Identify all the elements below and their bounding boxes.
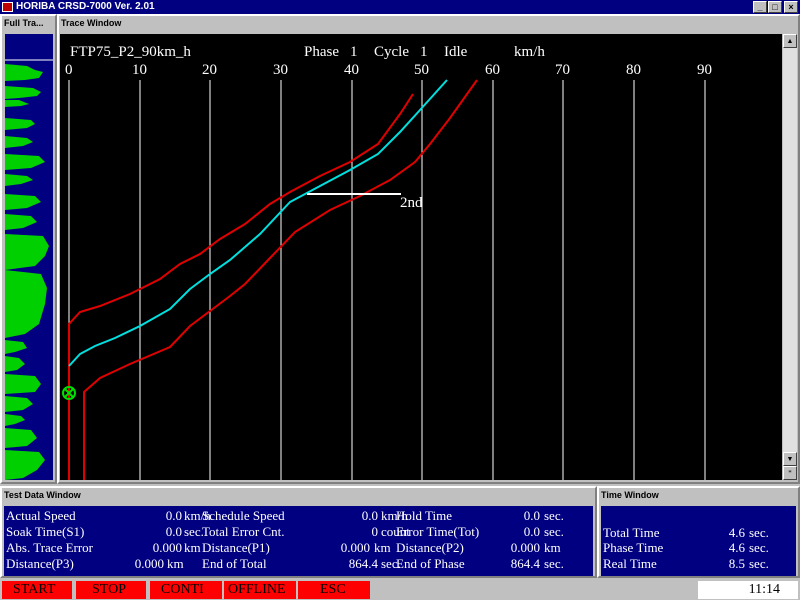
gear-label: 2nd <box>400 195 423 211</box>
data-label: Soak Time(S1) <box>6 524 85 539</box>
time-value: 4.6 <box>728 540 745 555</box>
time-label: Phase Time <box>603 540 664 555</box>
test-data-header: Test Data Window <box>4 490 81 500</box>
data-value: 0.000 <box>510 540 540 555</box>
data-value: 0.0 <box>523 508 540 523</box>
speed-tick-label: 60 <box>485 62 500 78</box>
speed-tick-label: 50 <box>414 62 429 78</box>
conti-button[interactable]: CONTI <box>150 581 222 599</box>
stop-button[interactable]: STOP <box>76 581 146 599</box>
data-label: Actual Speed <box>6 508 76 523</box>
speed-grid <box>68 80 706 480</box>
data-unit: km <box>184 540 201 555</box>
speed-tick-label: 20 <box>202 62 217 78</box>
cycle-value: 1 <box>420 44 428 60</box>
data-value: 0.0 <box>523 524 540 539</box>
time-value: 8.5 <box>728 556 745 571</box>
time-window-panel: Time Window Total Time 4.6 sec. Phase Ti… <box>597 486 800 578</box>
offline-button-label: OFFLINE <box>228 582 286 597</box>
data-label: End of Phase <box>396 556 465 571</box>
start-button-label: START <box>13 582 56 597</box>
scroll-down-button[interactable]: ▼ <box>783 452 797 466</box>
speed-tick-label: 90 <box>697 62 712 78</box>
speed-tick-label: 30 <box>273 62 288 78</box>
data-label: Abs. Trace Error <box>6 540 94 555</box>
data-value: 0.0 <box>165 524 182 539</box>
time-label: Real Time <box>603 556 657 571</box>
data-unit: sec. <box>184 524 204 539</box>
time-label: Total Time <box>603 525 660 540</box>
full-trace-panel: Full Tra... <box>0 14 57 484</box>
cycle-label: Cycle <box>374 44 409 60</box>
time-window-grid: Total Time 4.6 sec. Phase Time 4.6 sec. … <box>601 506 796 576</box>
speed-tick-label: 10 <box>132 62 147 78</box>
data-value: 0.0 <box>165 508 182 523</box>
data-value: 0.000 <box>134 556 164 571</box>
function-key-bar: START STOP CONTI OFFLINE ESC 11:14 <box>0 579 800 600</box>
data-value: 0.0 <box>361 508 378 523</box>
close-button[interactable]: × <box>784 1 798 13</box>
schedule-speed-line <box>68 79 448 367</box>
scroll-corner: * <box>783 466 797 480</box>
phase-value: 1 <box>350 44 358 60</box>
speed-tick-label: 80 <box>626 62 641 78</box>
esc-button-label: ESC <box>320 582 346 597</box>
time-value: 4.6 <box>728 525 745 540</box>
time-unit: sec. <box>749 540 769 555</box>
data-label: Schedule Speed <box>202 508 285 523</box>
data-label: Distance(P3) <box>6 556 74 571</box>
minimize-button[interactable]: _ <box>753 1 767 13</box>
mode-name: FTP75_P2_90km_h <box>70 44 191 60</box>
time-window-header: Time Window <box>601 490 659 500</box>
full-trace-header: Full Tra... <box>4 18 44 28</box>
data-value: 0 <box>371 524 379 539</box>
trace-plot-area: FTP75_P2_90km_h Phase 1 Cycle 1 Idle km/… <box>60 34 782 480</box>
data-value: 0.000 <box>340 540 370 555</box>
scroll-up-button[interactable]: ▲ <box>783 34 797 48</box>
time-unit: sec. <box>749 556 769 571</box>
trace-window-header: Trace Window <box>61 18 122 28</box>
phase-label: Phase <box>304 44 339 60</box>
full-trace-overview-graph <box>5 59 53 480</box>
clock: 11:14 <box>698 581 798 599</box>
time-unit: sec. <box>749 525 769 540</box>
data-value: 864.4 <box>348 556 378 571</box>
data-label: Error Time(Tot) <box>396 524 480 539</box>
data-label: Total Error Cnt. <box>202 524 285 539</box>
data-unit: km <box>374 540 391 555</box>
trace-window-panel: Trace Window FTP75_P2_90km_h Phase 1 Cyc… <box>57 14 800 484</box>
speed-tick-label: 70 <box>555 62 570 78</box>
conti-button-label: CONTI <box>161 582 204 597</box>
data-unit: sec. <box>544 556 564 571</box>
run-state: Idle <box>444 44 468 60</box>
speed-unit: km/h <box>514 44 545 60</box>
data-unit: sec. <box>544 524 564 539</box>
data-value: 864.4 <box>510 556 540 571</box>
speed-tick-label: 40 <box>344 62 359 78</box>
trace-scrollbar[interactable]: ▲ ▼ * <box>783 34 797 480</box>
app-icon <box>2 2 13 12</box>
full-trace-overview <box>5 34 53 480</box>
stop-button-label: STOP <box>92 582 126 597</box>
start-button[interactable]: START <box>2 581 72 599</box>
data-label: Distance(P1) <box>202 540 270 555</box>
esc-button[interactable]: ESC <box>298 581 370 599</box>
overview-speed-profile <box>5 64 49 480</box>
trace-graph <box>62 79 706 480</box>
data-label: End of Total <box>202 556 267 571</box>
maximize-button[interactable]: □ <box>768 1 782 13</box>
title-bar: HORIBA CRSD-7000 Ver. 2.01 _ □ × <box>0 0 800 14</box>
data-label: Distance(P2) <box>396 540 464 555</box>
data-label: Hold Time <box>396 508 452 523</box>
data-unit: km <box>167 556 184 571</box>
data-value: 0.000 <box>152 540 182 555</box>
data-unit: km <box>544 540 561 555</box>
offline-button[interactable]: OFFLINE <box>224 581 296 599</box>
window-title: HORIBA CRSD-7000 Ver. 2.01 <box>16 1 155 12</box>
speed-tick-label: 0 <box>65 62 73 78</box>
test-data-grid: Actual Speed 0.0 km/h Schedule Speed 0.0… <box>4 506 593 576</box>
test-data-panel: Test Data Window Actual Speed 0.0 km/h S… <box>0 486 597 578</box>
data-unit: sec. <box>544 508 564 523</box>
